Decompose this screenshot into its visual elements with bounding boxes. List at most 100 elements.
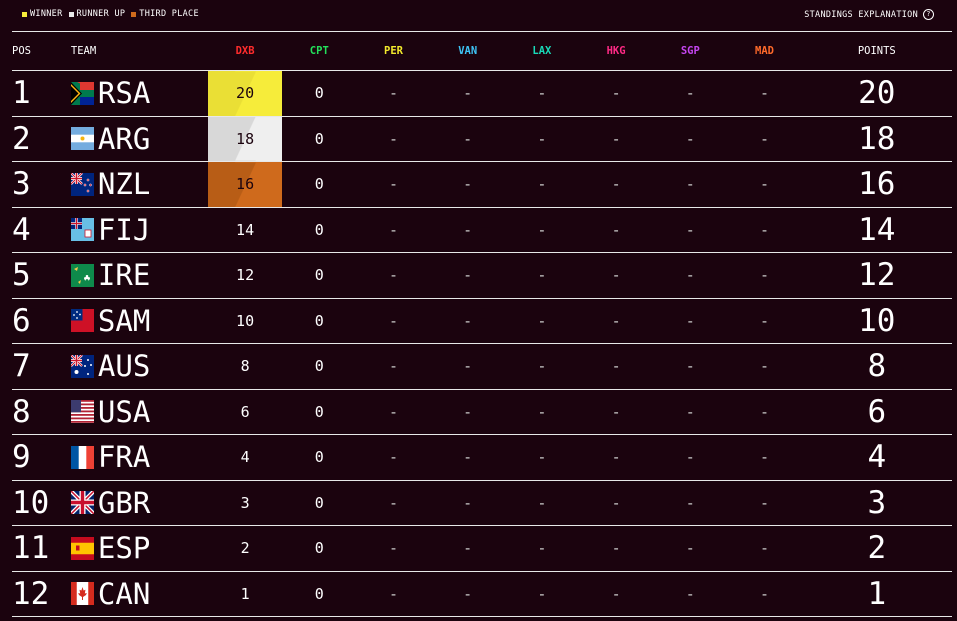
points-cell: 18: [801, 116, 952, 162]
score-cell-dxb: 10: [207, 298, 283, 344]
score-cell-mad: -: [727, 252, 802, 299]
score-cell-lax: -: [504, 480, 579, 526]
score-cell-dxb: 8: [207, 343, 283, 390]
team-cell[interactable]: FIJ: [70, 207, 208, 253]
score-cell-mad: -: [727, 389, 802, 435]
score-cell-van: -: [430, 571, 505, 617]
standings-explanation-link[interactable]: STANDINGS EXPLANATION ?: [804, 9, 934, 20]
score-cell-lax: -: [504, 525, 579, 572]
score-cell-sgp: -: [653, 434, 728, 481]
event-header-mad[interactable]: MAD: [727, 32, 802, 71]
team-code: CAN: [97, 576, 151, 611]
flag-sam-icon: [70, 309, 94, 333]
position-cell: 4: [12, 207, 71, 253]
score-cell-hkg: -: [579, 525, 654, 572]
flag-fra-icon: [70, 445, 94, 469]
score-cell-cpt: 0: [282, 298, 357, 344]
team-code: ESP: [97, 531, 151, 566]
table-row[interactable]: 8 USA 6 0- - - - - -6: [12, 389, 952, 435]
score-cell-sgp: -: [653, 480, 728, 526]
score-cell-cpt: 0: [282, 343, 357, 390]
points-cell: 16: [801, 161, 952, 208]
table-row[interactable]: 9 FRA 4 0- - - - - -4: [12, 434, 952, 481]
event-header-cpt[interactable]: CPT: [282, 32, 357, 71]
team-cell[interactable]: NZL: [70, 161, 208, 208]
table-row[interactable]: 1 RSA 20 0- - - - - -20: [12, 70, 952, 117]
standings-topbar: WINNER RUNNER UP THIRD PLACE STANDINGS E…: [12, 0, 952, 32]
position-cell: 2: [12, 116, 71, 162]
event-header-sgp[interactable]: SGP: [653, 32, 728, 71]
score-cell-sgp: -: [653, 389, 728, 435]
legend-runner-up: RUNNER UP: [68, 9, 126, 19]
question-icon[interactable]: ?: [923, 9, 934, 20]
event-header-hkg[interactable]: HKG: [579, 32, 654, 71]
points-cell: 3: [801, 480, 952, 526]
score-cell-lax: -: [504, 207, 579, 253]
standings-table: POS TEAM DXB CPT PER VAN LAX HKG SGP MAD…: [12, 32, 952, 617]
team-cell[interactable]: FRA: [70, 434, 208, 481]
score-cell-hkg: -: [579, 207, 654, 253]
score-cell-sgp: -: [653, 161, 728, 208]
table-row[interactable]: 10 GBR 3 0- - - - - -3: [12, 480, 952, 526]
score-cell-dxb: 18: [207, 116, 283, 162]
flag-can-icon: [70, 582, 94, 606]
score-cell-lax: -: [504, 298, 579, 344]
points-cell: 20: [801, 70, 952, 117]
position-cell: 9: [12, 434, 71, 481]
score-cell-mad: -: [727, 298, 802, 344]
table-row[interactable]: 6 SAM 10 0- - - - - -10: [12, 298, 952, 344]
flag-rsa-icon: [70, 81, 94, 105]
table-row[interactable]: 4 FIJ 14 0- - - - - -14: [12, 207, 952, 253]
legend: WINNER RUNNER UP THIRD PLACE: [22, 9, 199, 19]
score-cell-lax: -: [504, 252, 579, 299]
table-row[interactable]: 2 ARG 18 0- - - - - -18: [12, 116, 952, 162]
score-cell-van: -: [430, 116, 505, 162]
points-cell: 6: [801, 389, 952, 435]
score-cell-mad: -: [727, 571, 802, 617]
position-cell: 7: [12, 343, 71, 390]
points-cell: 14: [801, 207, 952, 253]
team-code: GBR: [97, 485, 151, 520]
score-cell-hkg: -: [579, 571, 654, 617]
points-cell: 4: [801, 434, 952, 481]
standings-header-row: POS TEAM DXB CPT PER VAN LAX HKG SGP MAD…: [12, 32, 952, 71]
team-cell[interactable]: SAM: [70, 298, 208, 344]
team-cell[interactable]: RSA: [70, 70, 208, 117]
event-header-van[interactable]: VAN: [430, 32, 505, 71]
team-cell[interactable]: IRE: [70, 252, 208, 299]
team-cell[interactable]: AUS: [70, 343, 208, 390]
table-row[interactable]: 3 NZL 16 0- - - - - -16: [12, 161, 952, 208]
score-cell-cpt: 0: [282, 571, 357, 617]
standings-explanation-label: STANDINGS EXPLANATION: [804, 9, 918, 20]
team-code: SAM: [97, 303, 151, 338]
score-cell-dxb: 6: [207, 389, 283, 435]
score-cell-per: -: [356, 298, 431, 344]
team-cell[interactable]: ESP: [70, 525, 208, 572]
score-cell-per: -: [356, 480, 431, 526]
score-cell-dxb: 14: [207, 207, 283, 253]
team-cell[interactable]: CAN: [70, 571, 208, 617]
team-code: USA: [97, 394, 151, 429]
score-cell-van: -: [430, 298, 505, 344]
table-row[interactable]: 11 ESP 2 0- - - - - -2: [12, 525, 952, 572]
score-cell-per: -: [356, 434, 431, 481]
team-cell[interactable]: USA: [70, 389, 208, 435]
event-header-per[interactable]: PER: [356, 32, 431, 71]
score-cell-van: -: [430, 252, 505, 299]
team-cell[interactable]: GBR: [70, 480, 208, 526]
table-row[interactable]: 7 AUS 8 0- - - - - -8: [12, 343, 952, 390]
event-header-dxb[interactable]: DXB: [207, 32, 283, 71]
position-cell: 8: [12, 389, 71, 435]
table-row[interactable]: 12 CAN 1 0- - - - - -1: [12, 571, 952, 617]
score-cell-van: -: [430, 389, 505, 435]
table-row[interactable]: 5 IRE 12 0- - - - - -12: [12, 252, 952, 299]
team-code: AUS: [97, 349, 151, 384]
legend-third-place: THIRD PLACE: [131, 9, 199, 19]
flag-gbr-icon: [70, 491, 94, 515]
score-cell-sgp: -: [653, 252, 728, 299]
flag-fij-icon: [70, 218, 94, 242]
event-header-lax[interactable]: LAX: [504, 32, 579, 71]
team-cell[interactable]: ARG: [70, 116, 208, 162]
points-cell: 12: [801, 252, 952, 299]
score-cell-per: -: [356, 116, 431, 162]
